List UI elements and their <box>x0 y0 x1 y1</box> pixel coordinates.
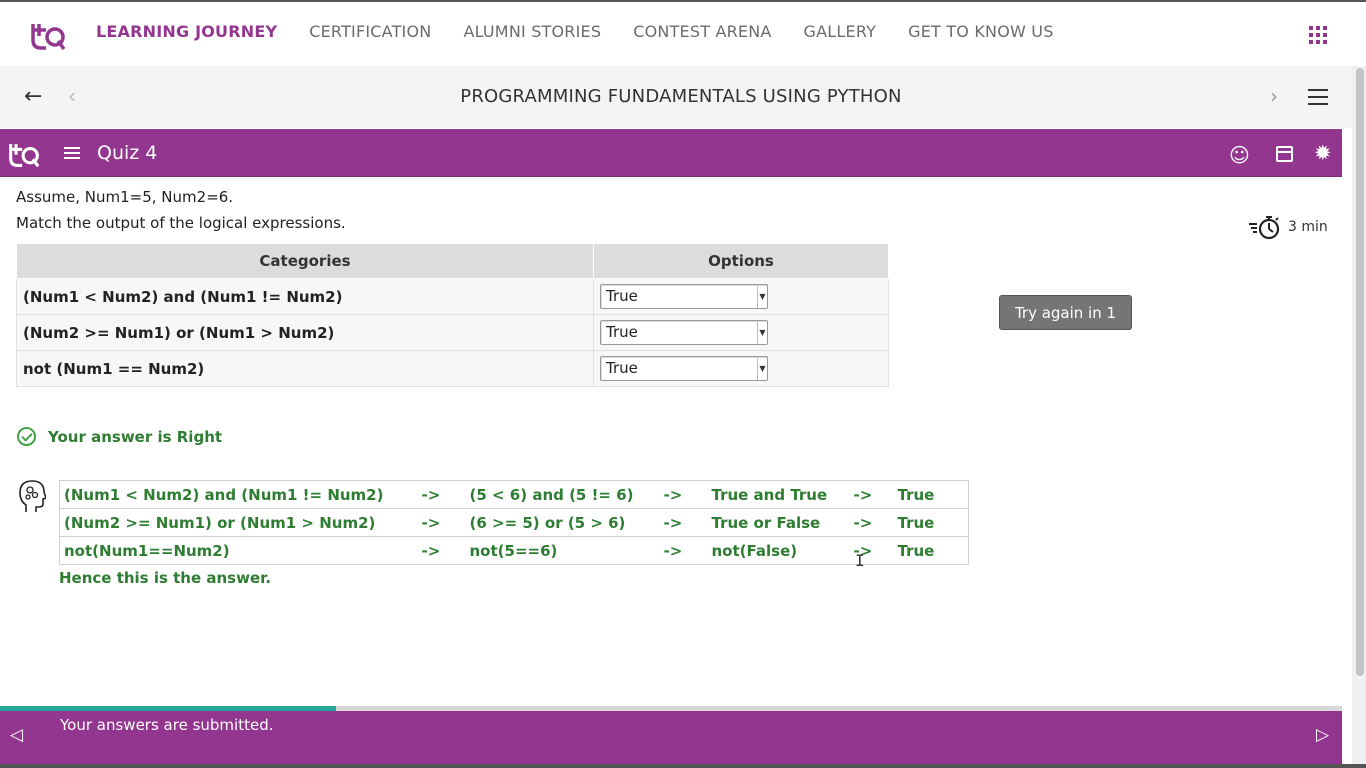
explanation-cell: True <box>897 508 969 537</box>
select-value: True <box>606 287 638 305</box>
explanation-cell: (Num2 >= Num1) or (Num1 > Num2) <box>59 508 422 537</box>
nav-get-to-know-us[interactable]: GET TO KNOW US <box>908 22 1053 41</box>
select-value: True <box>606 323 638 341</box>
brand-logo-icon <box>9 144 40 168</box>
submission-status: Your answers are submitted. <box>60 716 274 734</box>
explanation-cell: -> <box>853 480 898 509</box>
brand-logo-icon[interactable] <box>30 16 66 52</box>
question-instruction: Match the output of the logical expressi… <box>16 214 346 232</box>
explanation-conclusion: Hence this is the answer. <box>59 569 272 587</box>
course-bar: ← ‹ PROGRAMMING FUNDAMENTALS USING PYTHO… <box>0 66 1352 128</box>
result-text: Your answer is Right <box>48 427 223 446</box>
nav-contest-arena[interactable]: CONTEST ARENA <box>633 22 771 41</box>
result-message: Your answer is Right <box>17 427 222 446</box>
explanation-table: (Num1 < Num2) and (Num1 != Num2) -> (5 <… <box>59 480 969 565</box>
thinking-head-icon <box>19 480 46 512</box>
scrollbar-thumb[interactable] <box>1356 68 1364 676</box>
explanation-cell: not(Num1==Num2) <box>59 536 422 565</box>
smiley-icon[interactable]: ☺ <box>1229 143 1250 167</box>
quiz-timer: 3 min <box>1248 214 1328 240</box>
explanation-cell: -> <box>421 508 466 537</box>
apps-grid-icon[interactable] <box>1309 26 1327 44</box>
chevron-right-icon[interactable]: › <box>1270 84 1278 108</box>
dropdown-arrow-icon[interactable]: ▼ <box>757 285 767 308</box>
hamburger-menu-icon[interactable] <box>64 147 80 159</box>
column-header-options: Options <box>593 243 889 279</box>
match-table: Categories Options (Num1 < Num2) and (Nu… <box>16 243 889 387</box>
explanation-row: (Num1 < Num2) and (Num1 != Num2) -> (5 <… <box>59 480 969 509</box>
quiz-header: Quiz 4 ☺ ✹ <box>0 129 1342 177</box>
hamburger-menu-icon[interactable] <box>1308 89 1328 105</box>
try-again-button[interactable]: Try again in 1 <box>999 295 1132 330</box>
explanation-cell: -> <box>663 536 708 565</box>
explanation-cell: -> <box>421 480 466 509</box>
explanation-cell: True and True <box>707 480 854 509</box>
check-circle-icon <box>17 427 36 446</box>
page-scrollbar[interactable] <box>1352 66 1366 768</box>
dropdown-arrow-icon[interactable]: ▼ <box>757 321 767 344</box>
option-cell: True ▼ <box>593 314 889 351</box>
option-select[interactable]: True ▼ <box>600 356 768 381</box>
explanation-row: not(Num1==Num2) -> not(5==6) -> not(Fals… <box>59 536 969 565</box>
explanation-cell: not(5==6) <box>465 536 664 565</box>
category-cell: not (Num1 == Num2) <box>16 350 594 387</box>
option-cell: True ▼ <box>593 278 889 315</box>
option-cell: True ▼ <box>593 350 889 387</box>
explanation-cell: -> <box>421 536 466 565</box>
main-nav-links: LEARNING JOURNEY CERTIFICATION ALUMNI ST… <box>96 22 1054 41</box>
bottom-bar: ◁ Your answers are submitted. ▷ <box>0 711 1342 764</box>
category-cell: (Num1 < Num2) and (Num1 != Num2) <box>16 278 594 315</box>
calendar-icon[interactable] <box>1276 146 1293 162</box>
prev-triangle-icon[interactable]: ◁ <box>10 725 23 745</box>
stopwatch-icon <box>1249 216 1280 240</box>
category-cell: (Num2 >= Num1) or (Num1 > Num2) <box>16 314 594 351</box>
nav-learning-journey[interactable]: LEARNING JOURNEY <box>96 22 277 41</box>
table-header-row: Categories Options <box>16 243 889 279</box>
explanation-cell: True <box>897 536 969 565</box>
next-triangle-icon[interactable]: ▷ <box>1316 725 1329 745</box>
top-navigation: LEARNING JOURNEY CERTIFICATION ALUMNI ST… <box>0 0 1366 66</box>
column-header-categories: Categories <box>16 243 594 279</box>
explanation-cell: True <box>897 480 969 509</box>
select-value: True <box>606 359 638 377</box>
explanation-cell: -> <box>853 508 898 537</box>
table-row: (Num2 >= Num1) or (Num1 > Num2) True ▼ <box>16 314 889 351</box>
bottom-edge <box>0 764 1366 768</box>
explanation-cell: (5 < 6) and (5 != 6) <box>465 480 664 509</box>
explanation-cell: True or False <box>707 508 854 537</box>
explanation-cell: -> <box>663 508 708 537</box>
nav-alumni-stories[interactable]: ALUMNI STORIES <box>463 22 601 41</box>
table-row: (Num1 < Num2) and (Num1 != Num2) True ▼ <box>16 278 889 315</box>
dropdown-arrow-icon[interactable]: ▼ <box>757 357 767 380</box>
option-select[interactable]: True ▼ <box>600 320 768 345</box>
question-given: Assume, Num1=5, Num2=6. <box>16 188 234 206</box>
quiz-title: Quiz 4 <box>97 142 158 164</box>
gear-icon[interactable]: ✹ <box>1314 141 1332 165</box>
explanation-cell: not(False) <box>707 536 854 565</box>
explanation-row: (Num2 >= Num1) or (Num1 > Num2) -> (6 >=… <box>59 508 969 537</box>
explanation-cell: (6 >= 5) or (5 > 6) <box>465 508 664 537</box>
nav-gallery[interactable]: GALLERY <box>804 22 877 41</box>
option-select[interactable]: True ▼ <box>600 284 768 309</box>
text-cursor-icon: I <box>855 551 865 570</box>
course-title: PROGRAMMING FUNDAMENTALS USING PYTHON <box>460 86 902 107</box>
table-row: not (Num1 == Num2) True ▼ <box>16 350 889 387</box>
nav-certification[interactable]: CERTIFICATION <box>309 22 431 41</box>
explanation-cell: -> <box>663 480 708 509</box>
timer-value: 3 min <box>1288 219 1328 235</box>
explanation-cell: (Num1 < Num2) and (Num1 != Num2) <box>59 480 422 509</box>
